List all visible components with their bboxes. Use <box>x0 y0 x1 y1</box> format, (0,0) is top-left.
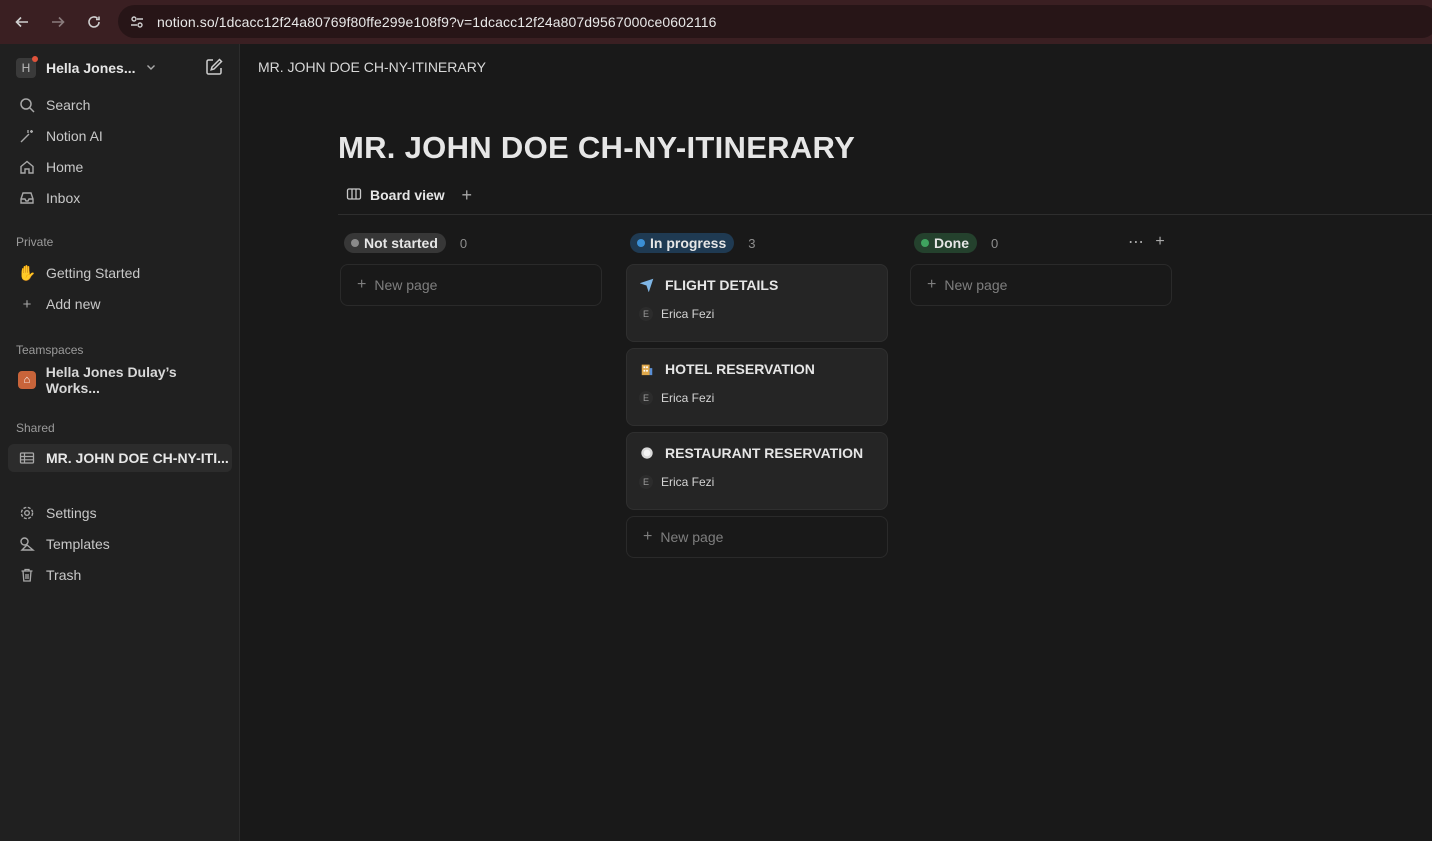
forward-arrow-icon[interactable] <box>40 4 76 40</box>
gear-icon <box>18 504 36 522</box>
status-badge[interactable]: Done <box>914 233 977 253</box>
sidebar-item-label: Notion AI <box>46 128 103 144</box>
airplane-icon <box>639 277 655 293</box>
reload-icon[interactable] <box>76 4 112 40</box>
inbox-icon <box>18 189 36 207</box>
card-title: HOTEL RESERVATION <box>639 361 875 377</box>
waving-hand-icon: ✋ <box>17 265 37 282</box>
workspace-switcher[interactable]: H Hella Jones... <box>16 56 230 80</box>
column-count: 0 <box>459 235 468 251</box>
column-header: Done 0 ⋯ + <box>910 232 1172 254</box>
sidebar-item-label: MR. JOHN DOE CH-NY-ITI... <box>46 450 229 466</box>
workspace-name: Hella Jones... <box>46 60 136 76</box>
table-icon <box>18 449 36 467</box>
page-title[interactable]: MR. JOHN DOE CH-NY-ITINERARY <box>338 130 855 166</box>
card-title: RESTAURANT RESERVATION <box>639 445 875 461</box>
sidebar-item-getting-started[interactable]: ✋ Getting Started <box>8 259 232 287</box>
tab-label: Board view <box>370 187 445 203</box>
add-group-icon[interactable]: + <box>1148 233 1172 251</box>
view-tabs: Board view + <box>338 183 477 207</box>
divider <box>338 214 1432 215</box>
sidebar-item-label: Templates <box>46 536 110 552</box>
sidebar-item-add-new[interactable]: + Add new <box>8 290 232 318</box>
back-arrow-icon[interactable] <box>4 4 40 40</box>
board-icon <box>346 186 362 205</box>
column-header: Not started 0 <box>340 232 602 254</box>
home-icon <box>18 158 36 176</box>
sidebar-item-label: Getting Started <box>46 265 141 281</box>
sidebar-item-teamspace[interactable]: ⌂ Hella Jones Dulay’s Works... <box>8 364 232 396</box>
plus-icon: + <box>927 276 937 293</box>
status-badge[interactable]: In progress <box>630 233 735 253</box>
sidebar-item-search[interactable]: Search <box>8 91 232 119</box>
templates-icon <box>18 535 36 553</box>
plus-icon: + <box>22 295 32 313</box>
browser-toolbar: notion.so/1dcacc12f24a80769f80ffe299e108… <box>0 0 1432 44</box>
sidebar-item-home[interactable]: Home <box>8 153 232 181</box>
column-count: 0 <box>991 235 999 251</box>
sidebar-item-label: Trash <box>46 567 82 583</box>
status-dot <box>921 239 929 247</box>
site-settings-icon[interactable] <box>125 10 149 34</box>
address-bar[interactable]: notion.so/1dcacc12f24a80769f80ffe299e108… <box>118 5 1432 38</box>
sidebar-item-templates[interactable]: Templates <box>8 530 232 558</box>
house-icon: ⌂ <box>18 371 36 389</box>
card-person: E Erica Fezi <box>639 391 875 405</box>
new-page-button[interactable]: + New page <box>910 264 1172 306</box>
sidebar-item-label: Home <box>46 159 84 175</box>
sidebar-item-inbox[interactable]: Inbox <box>8 184 232 212</box>
new-page-button[interactable]: + New page <box>340 264 602 306</box>
notification-dot <box>32 56 38 62</box>
add-view-icon[interactable]: + <box>457 185 477 206</box>
breadcrumb[interactable]: MR. JOHN DOE CH-NY-ITINERARY <box>258 59 486 75</box>
notion-ai-icon <box>18 127 36 145</box>
teamspaces-heading: Teamspaces <box>16 343 84 357</box>
avatar: E <box>639 307 653 321</box>
avatar: E <box>639 475 653 489</box>
board-card[interactable]: RESTAURANT RESERVATION E Erica Fezi <box>626 432 888 510</box>
hotel-icon <box>639 361 655 377</box>
sidebar-item-label: Settings <box>46 505 97 521</box>
sidebar-item-notion-ai[interactable]: Notion AI <box>8 122 232 150</box>
column-header: In progress 3 <box>626 232 888 254</box>
tab-board-view[interactable]: Board view <box>338 183 453 207</box>
search-icon <box>18 96 36 114</box>
private-heading: Private <box>16 235 54 249</box>
plus-icon: + <box>643 528 653 545</box>
status-dot <box>351 239 359 247</box>
plate-icon <box>639 445 655 461</box>
new-page-button[interactable]: + New page <box>626 516 888 558</box>
board-column-not-started: Not started 0 + New page <box>340 232 602 306</box>
new-page-icon[interactable] <box>204 57 226 79</box>
avatar: E <box>639 391 653 405</box>
sidebar-item-label: Inbox <box>46 190 81 206</box>
board-card[interactable]: HOTEL RESERVATION E Erica Fezi <box>626 348 888 426</box>
sidebar-item-itinerary[interactable]: MR. JOHN DOE CH-NY-ITI... <box>8 444 232 472</box>
sidebar-item-label: Hella Jones Dulay’s Works... <box>45 364 177 396</box>
column-actions: ⋯ + <box>1124 232 1172 252</box>
sidebar-item-trash[interactable]: Trash <box>8 561 232 589</box>
sidebar-item-label: Search <box>46 97 91 113</box>
board-column-in-progress: In progress 3 FLIGHT DETAILS E Erica Fez… <box>626 232 888 558</box>
workspace-avatar: H <box>16 56 38 78</box>
chevron-down-icon <box>145 61 157 76</box>
card-person: E Erica Fezi <box>639 475 875 489</box>
board-card[interactable]: FLIGHT DETAILS E Erica Fezi <box>626 264 888 342</box>
status-badge[interactable]: Not started <box>344 233 446 253</box>
card-title: FLIGHT DETAILS <box>639 277 875 293</box>
url-text[interactable]: notion.so/1dcacc12f24a80769f80ffe299e108… <box>157 14 717 30</box>
shared-heading: Shared <box>16 421 55 435</box>
board-column-done: Done 0 ⋯ + + New page <box>910 232 1172 306</box>
sidebar: H Hella Jones... Search Notion AI Home I… <box>0 44 240 841</box>
column-count: 3 <box>748 235 756 251</box>
more-options-icon[interactable]: ⋯ <box>1124 232 1148 252</box>
card-person: E Erica Fezi <box>639 307 875 321</box>
sidebar-item-settings[interactable]: Settings <box>8 499 232 527</box>
plus-icon: + <box>357 276 367 293</box>
trash-icon <box>18 566 36 584</box>
sidebar-item-label: Add new <box>46 296 101 312</box>
status-dot <box>637 239 645 247</box>
